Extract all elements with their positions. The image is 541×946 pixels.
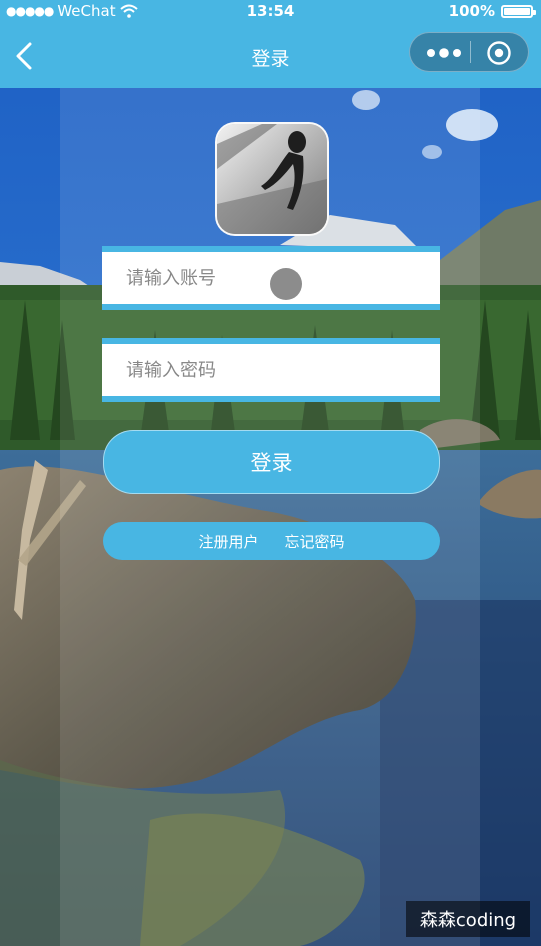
- miniprogram-capsule: [409, 32, 529, 72]
- auth-links-bar: 注册用户 忘记密码: [103, 522, 440, 560]
- capsule-divider: [470, 41, 471, 63]
- login-button-label: 登录: [250, 451, 293, 475]
- status-right: 100%: [448, 2, 536, 20]
- battery-fill: [504, 7, 530, 15]
- register-link[interactable]: 注册用户: [198, 531, 258, 552]
- avatar: [215, 122, 329, 236]
- status-bar: ●●●●● WeChat 13:54 100%: [0, 0, 541, 24]
- nav-bar: 登录: [0, 24, 541, 88]
- battery-text: 100%: [448, 2, 495, 20]
- battery-icon: [501, 4, 536, 18]
- more-dots-icon[interactable]: [424, 46, 464, 60]
- avatar-image: [217, 124, 327, 234]
- login-button[interactable]: 登录: [103, 430, 440, 494]
- watermark: 森森coding: [406, 901, 530, 937]
- touch-cursor: [270, 268, 302, 300]
- target-close-icon[interactable]: [486, 40, 512, 66]
- password-input[interactable]: [102, 344, 440, 396]
- password-field: [102, 338, 440, 402]
- forgot-password-link[interactable]: 忘记密码: [285, 531, 345, 552]
